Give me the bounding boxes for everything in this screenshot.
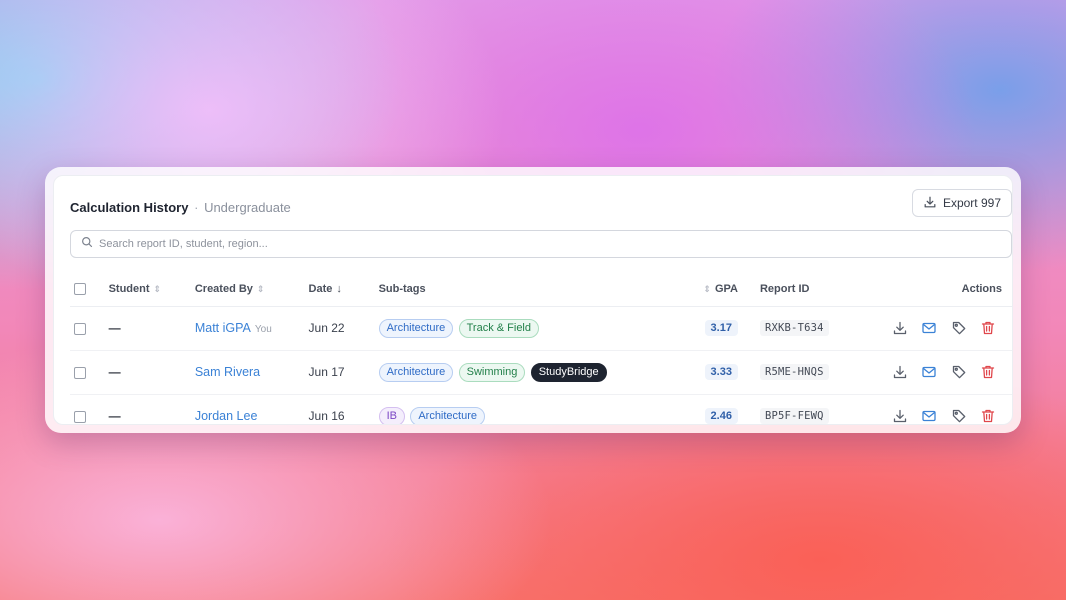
report-id-code: BP5F-FEWQ: [759, 408, 829, 424]
history-table: Student ⇕ Created By ⇕ Date ↓ Sub-tags ⇕ GPA: [70, 272, 1012, 424]
sort-icon: ⇕: [256, 283, 265, 294]
panel-header: Calculation History · Undergraduate Expo…: [70, 176, 1012, 238]
report-id-cell: BP5F-FEWQ: [743, 394, 856, 424]
table-header-row: Student ⇕ Created By ⇕ Date ↓ Sub-tags ⇕ GPA: [70, 272, 1012, 307]
report-id-cell: RXKB-T634: [743, 306, 856, 351]
table-row: — Jordan Lee Jun 16 IB Architecture 2.46…: [70, 394, 1012, 424]
search-input[interactable]: [99, 238, 1001, 250]
sort-icon: ⇕: [153, 283, 162, 294]
table-row: — Sam Rivera Jun 17 Architecture Swimmin…: [70, 350, 1012, 395]
title-main: Calculation History: [70, 199, 189, 215]
trash-icon[interactable]: [980, 320, 996, 336]
student-value: —: [108, 409, 121, 423]
actions-cell: [855, 350, 1012, 395]
subtags-cell: Architecture Track & Field: [378, 306, 684, 351]
page-title: Calculation History · Undergraduate: [70, 200, 291, 215]
sort-icon: ⇕: [703, 283, 711, 294]
history-panel: Calculation History · Undergraduate Expo…: [53, 175, 1013, 425]
column-date-label: Date: [308, 282, 333, 295]
sort-desc-icon: ↓: [336, 282, 342, 295]
search-bar[interactable]: [70, 230, 1012, 258]
creator-link[interactable]: Jordan Lee: [195, 409, 258, 423]
export-button[interactable]: Export 997: [911, 189, 1012, 217]
download-icon[interactable]: [892, 320, 908, 336]
date-cell: Jun 16: [308, 394, 379, 424]
created-by-cell: Jordan Lee: [194, 394, 309, 424]
creator-link[interactable]: Matt iGPA: [195, 321, 251, 335]
gpa-badge: 3.33: [704, 364, 738, 380]
download-icon: [923, 195, 937, 212]
gpa-badge: 2.46: [704, 408, 738, 424]
date-cell: Jun 17: [308, 350, 379, 395]
subtag-chip[interactable]: Track & Field: [458, 318, 539, 338]
subtag-chip[interactable]: Architecture: [410, 406, 486, 424]
row-checkbox[interactable]: [74, 366, 86, 379]
subtag-chip[interactable]: Architecture: [378, 318, 454, 338]
mail-icon[interactable]: [921, 408, 937, 424]
student-cell: —: [108, 394, 195, 424]
mail-icon[interactable]: [921, 320, 937, 336]
tag-icon[interactable]: [951, 364, 967, 380]
column-subtags-label: Sub-tags: [378, 282, 426, 295]
report-id-code: R5ME-HNQS: [759, 364, 829, 380]
gpa-badge: 3.17: [704, 320, 738, 336]
created-by-cell: Matt iGPA You: [194, 306, 309, 351]
select-all-cell: [70, 272, 109, 307]
gpa-cell: 3.17: [683, 306, 744, 351]
title-subtitle: Undergraduate: [204, 199, 291, 215]
column-created-by-label: Created By: [194, 282, 253, 295]
column-actions-label: Actions: [961, 282, 1002, 295]
gpa-cell: 2.46: [683, 394, 744, 424]
student-value: —: [108, 321, 121, 335]
student-value: —: [108, 365, 121, 379]
table-row: — Matt iGPA You Jun 22 Architecture Track…: [70, 306, 1012, 351]
export-label: Export 997: [942, 196, 1001, 210]
gpa-cell: 3.33: [683, 350, 744, 395]
tag-icon[interactable]: [951, 408, 967, 424]
student-cell: —: [108, 350, 195, 395]
column-student[interactable]: Student ⇕: [108, 272, 195, 307]
column-student-label: Student: [108, 282, 150, 295]
row-checkbox[interactable]: [74, 322, 86, 335]
subtag-chip[interactable]: Architecture: [378, 362, 454, 382]
creator-link[interactable]: Sam Rivera: [195, 365, 260, 379]
column-report-id: Report ID: [743, 272, 856, 307]
subtag-chip[interactable]: IB: [378, 406, 405, 424]
subtag-chip[interactable]: Swimming: [458, 362, 526, 382]
date-cell: Jun 22: [308, 306, 379, 351]
column-gpa[interactable]: ⇕ GPA: [683, 272, 744, 307]
row-select-cell: [70, 394, 109, 424]
mail-icon[interactable]: [921, 364, 937, 380]
subtags-cell: IB Architecture: [378, 394, 684, 424]
actions-cell: [855, 306, 1012, 351]
you-badge: You: [254, 324, 272, 335]
column-report-id-label: Report ID: [759, 282, 810, 295]
row-checkbox[interactable]: [74, 410, 86, 423]
row-select-cell: [70, 306, 109, 351]
download-icon[interactable]: [892, 408, 908, 424]
column-subtags: Sub-tags: [378, 272, 684, 307]
subtags-cell: Architecture Swimming StudyBridge: [378, 350, 684, 395]
student-cell: —: [108, 306, 195, 351]
created-by-cell: Sam Rivera: [194, 350, 309, 395]
title-separator: ·: [194, 199, 199, 215]
history-card: Calculation History · Undergraduate Expo…: [45, 167, 1021, 433]
search-icon: [81, 235, 93, 253]
download-icon[interactable]: [892, 364, 908, 380]
subtag-chip[interactable]: StudyBridge: [530, 362, 607, 382]
actions-cell: [855, 394, 1012, 424]
column-date[interactable]: Date ↓: [308, 272, 379, 307]
report-id-code: RXKB-T634: [759, 320, 829, 336]
select-all-checkbox[interactable]: [74, 282, 86, 295]
trash-icon[interactable]: [980, 364, 996, 380]
column-gpa-label: GPA: [714, 282, 738, 295]
trash-icon[interactable]: [980, 408, 996, 424]
row-select-cell: [70, 350, 109, 395]
column-actions: Actions: [855, 272, 1012, 307]
report-id-cell: R5ME-HNQS: [743, 350, 856, 395]
column-created-by[interactable]: Created By ⇕: [194, 272, 309, 307]
tag-icon[interactable]: [951, 320, 967, 336]
